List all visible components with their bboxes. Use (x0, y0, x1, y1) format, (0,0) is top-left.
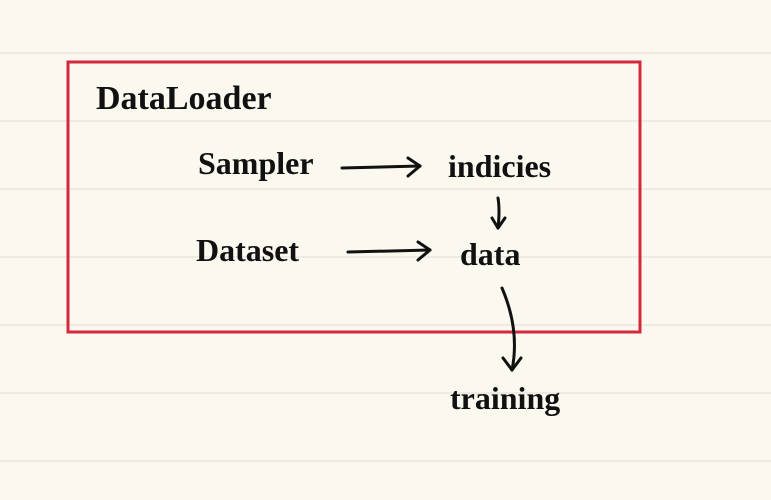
node-dataset: Dataset (196, 232, 299, 269)
container-label: DataLoader (96, 80, 272, 118)
node-data: data (460, 236, 520, 273)
arrow-data-training (502, 288, 521, 370)
diagram-canvas (0, 0, 771, 500)
node-training: training (450, 380, 560, 417)
node-indices: indicies (448, 148, 551, 185)
arrow-sampler-indices (342, 158, 420, 176)
node-sampler: Sampler (198, 145, 314, 182)
arrow-indices-data (492, 198, 505, 228)
